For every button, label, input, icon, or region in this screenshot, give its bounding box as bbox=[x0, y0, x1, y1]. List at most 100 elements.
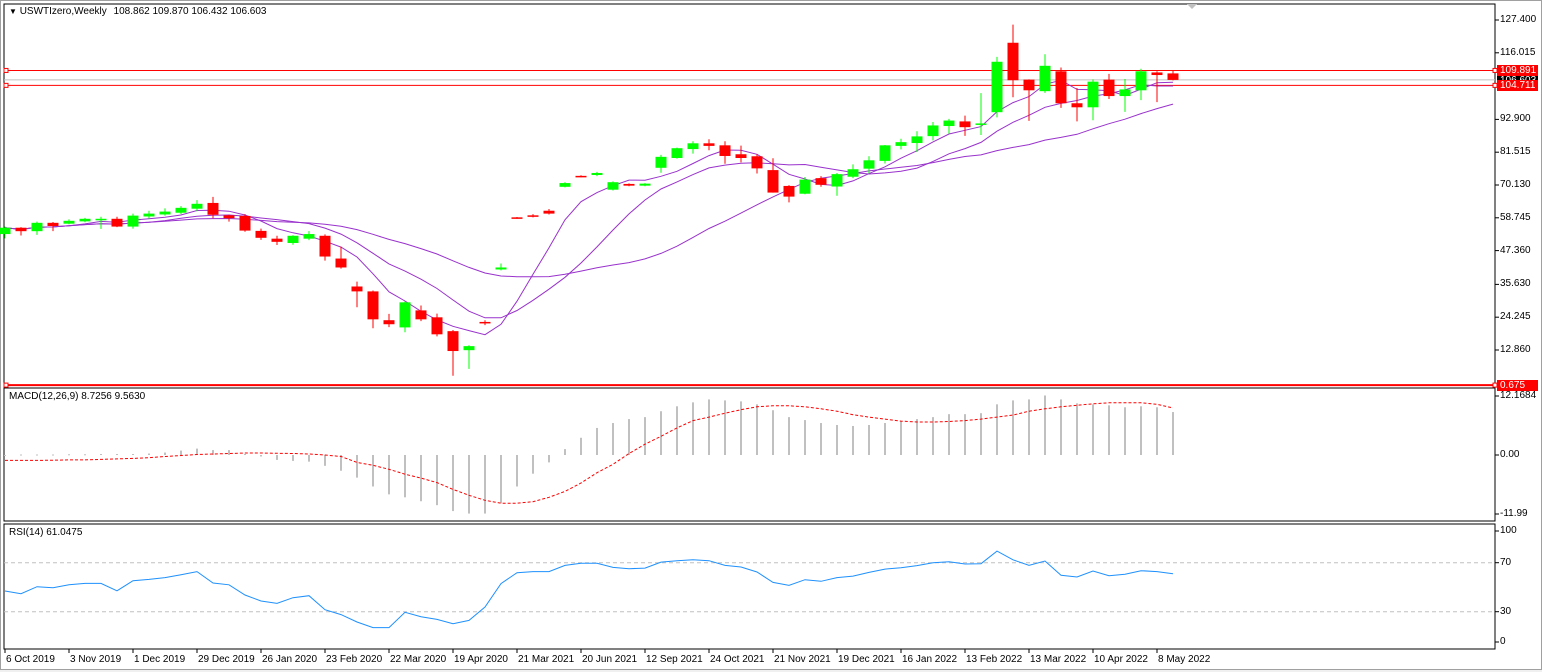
collapse-triangle-icon[interactable]: ▼ bbox=[9, 7, 17, 16]
macd-histogram-bar bbox=[484, 455, 486, 514]
candle-bear bbox=[351, 286, 363, 292]
macd-histogram-bar bbox=[244, 454, 246, 456]
candle-bull bbox=[831, 174, 843, 187]
macd-histogram-bar bbox=[324, 455, 326, 466]
macd-histogram-bar bbox=[1156, 407, 1158, 455]
time-tick-label: 23 Feb 2020 bbox=[326, 654, 383, 665]
macd-histogram-bar bbox=[180, 450, 182, 455]
time-tick-label: 16 Jan 2022 bbox=[902, 654, 958, 665]
candle-bear bbox=[1167, 73, 1179, 80]
macd-histogram-bar bbox=[420, 455, 422, 502]
rsi-tick-label: 100 bbox=[1500, 525, 1517, 536]
candle-bull bbox=[639, 183, 651, 186]
main-panel-frame bbox=[3, 3, 1496, 386]
candle-bull bbox=[943, 120, 955, 127]
candle-bear bbox=[479, 321, 491, 324]
macd-histogram-bar bbox=[516, 455, 518, 487]
candle-bear bbox=[111, 218, 123, 227]
time-tick-label: 12 Sep 2021 bbox=[646, 654, 703, 665]
rsi-tick-label: 70 bbox=[1500, 556, 1512, 568]
moving-average-10 bbox=[4, 84, 1173, 319]
candle-bear bbox=[1055, 71, 1067, 104]
time-tick-label: 29 Dec 2019 bbox=[198, 654, 255, 665]
candle-bear bbox=[1023, 79, 1035, 91]
macd-histogram-bar bbox=[1044, 395, 1046, 455]
macd-histogram-bar bbox=[1060, 399, 1062, 455]
macd-tick-label: -11.99 bbox=[1500, 508, 1528, 519]
candle-bull bbox=[671, 148, 683, 158]
symbol-label: USWTIzero,Weekly bbox=[19, 6, 107, 17]
price-level-tag: 0.675 bbox=[1497, 380, 1538, 392]
macd-tick-label: 0.00 bbox=[1500, 449, 1520, 460]
macd-histogram-bar bbox=[20, 454, 22, 456]
rsi-tick-label: 30 bbox=[1500, 605, 1512, 617]
candle-bull bbox=[495, 267, 507, 270]
macd-histogram-bar bbox=[724, 400, 726, 455]
candle-bear bbox=[575, 175, 587, 178]
candle-bull bbox=[303, 234, 315, 239]
macd-histogram-bar bbox=[372, 455, 374, 487]
time-tick-label: 21 Mar 2021 bbox=[518, 654, 575, 665]
macd-histogram-bar bbox=[468, 455, 470, 514]
macd-histogram-bar bbox=[276, 455, 278, 460]
price-tick-label: 12.860 bbox=[1500, 343, 1531, 355]
candle-bull bbox=[95, 218, 107, 221]
macd-histogram-bar bbox=[884, 423, 886, 455]
candle-bull bbox=[63, 220, 75, 224]
macd-histogram-bar bbox=[628, 419, 630, 455]
macd-histogram-bar bbox=[772, 410, 774, 455]
candle-bear bbox=[783, 185, 795, 197]
time-tick-label: 19 Apr 2020 bbox=[454, 654, 508, 665]
price-tick-label: 70.130 bbox=[1500, 178, 1531, 190]
candle-bear bbox=[415, 310, 427, 320]
time-tick-label: 13 Mar 2022 bbox=[1030, 654, 1087, 665]
macd-histogram-bar bbox=[84, 454, 86, 456]
candle-bull bbox=[847, 169, 859, 177]
candle-bear bbox=[511, 217, 523, 219]
macd-histogram-bar bbox=[948, 414, 950, 455]
candle-bear bbox=[1007, 42, 1019, 81]
macd-histogram-bar bbox=[1092, 404, 1094, 455]
candle-bull bbox=[655, 156, 667, 168]
candle-bull bbox=[463, 346, 475, 351]
time-tick-label: 19 Dec 2021 bbox=[838, 654, 895, 665]
macd-histogram-bar bbox=[436, 455, 438, 506]
macd-histogram-bar bbox=[916, 419, 918, 455]
candle-bear bbox=[1103, 79, 1115, 97]
candle-bull bbox=[991, 61, 1003, 113]
macd-histogram-bar bbox=[148, 453, 150, 455]
candle-bull bbox=[175, 207, 187, 213]
macd-histogram-bar bbox=[564, 449, 566, 455]
candle-bear bbox=[367, 291, 379, 320]
candle-bull bbox=[287, 235, 299, 243]
candle-bull bbox=[1087, 81, 1099, 108]
candle-bull bbox=[975, 123, 987, 125]
macd-histogram-bar bbox=[788, 417, 790, 455]
chart-canvas[interactable] bbox=[0, 0, 1542, 672]
macd-histogram-bar bbox=[116, 454, 118, 456]
macd-histogram-bar bbox=[36, 454, 38, 456]
candle-bear bbox=[207, 202, 219, 215]
candle-bull bbox=[127, 215, 139, 227]
chart-header: ▼ USWTIzero,Weekly 108.862 109.870 106.4… bbox=[9, 6, 266, 17]
macd-histogram-bar bbox=[644, 417, 646, 455]
candle-bear bbox=[1071, 103, 1083, 108]
candle-bull bbox=[191, 203, 203, 209]
candle-bull bbox=[1119, 89, 1131, 97]
macd-histogram-bar bbox=[580, 437, 582, 455]
macd-histogram-bar bbox=[4, 455, 6, 456]
candle-bull bbox=[863, 160, 875, 169]
candle-bull bbox=[159, 211, 171, 215]
candle-bull bbox=[0, 227, 11, 235]
macd-histogram-bar bbox=[852, 425, 854, 455]
macd-histogram-bar bbox=[1140, 406, 1142, 455]
macd-histogram-bar bbox=[500, 455, 502, 504]
candle-bear bbox=[335, 258, 347, 268]
macd-histogram-bar bbox=[52, 454, 54, 456]
candle-bear bbox=[431, 317, 443, 335]
macd-histogram-bar bbox=[404, 455, 406, 498]
macd-histogram-bar bbox=[1108, 405, 1110, 455]
time-tick-label: 10 Apr 2022 bbox=[1094, 654, 1148, 665]
macd-histogram-bar bbox=[164, 452, 166, 455]
macd-histogram-bar bbox=[996, 404, 998, 455]
